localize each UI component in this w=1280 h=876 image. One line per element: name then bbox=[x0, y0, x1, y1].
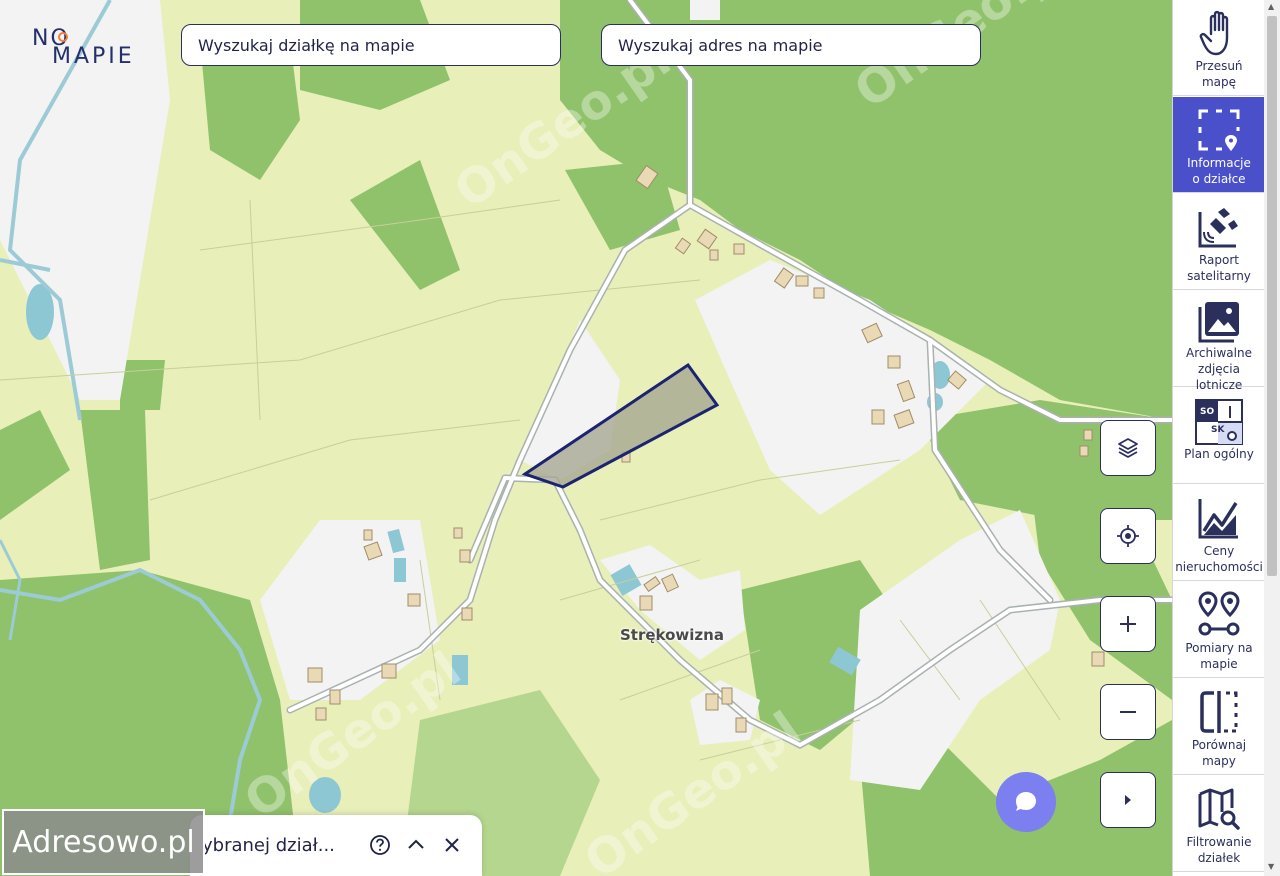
map-search-icon bbox=[1198, 788, 1240, 830]
tool-plot-info[interactable]: Informacje o działce bbox=[1173, 97, 1265, 193]
zoom-in-button[interactable] bbox=[1100, 596, 1156, 652]
address-search-placeholder: Wyszukaj adres na mapie bbox=[618, 35, 823, 55]
tool-measurements[interactable]: Pomiary na mapie bbox=[1173, 582, 1265, 678]
locate-button[interactable] bbox=[1100, 508, 1156, 564]
logo-line-2: MAPIE bbox=[52, 44, 135, 69]
layers-button[interactable] bbox=[1100, 420, 1156, 476]
tool-label: Ceny nieruchomości bbox=[1175, 544, 1263, 574]
address-search-input[interactable]: Wyszukaj adres na mapie bbox=[601, 24, 981, 66]
tool-pan-map[interactable]: Przesuń mapę bbox=[1173, 0, 1265, 96]
select-pin-icon bbox=[1198, 109, 1240, 151]
scroll-down-arrow-icon[interactable]: ▼ bbox=[1268, 862, 1274, 871]
help-icon bbox=[370, 835, 390, 855]
tool-aerial-archive[interactable]: Archiwalne zdjęcia lotnicze bbox=[1173, 291, 1265, 392]
image-icon bbox=[1198, 302, 1239, 343]
plot-info-panel[interactable]: ybranej dział... bbox=[190, 815, 482, 876]
tool-property-prices[interactable]: Ceny nieruchomości bbox=[1173, 485, 1265, 581]
tools-sidebar: Przesuń mapę Informacje o działce Raport… bbox=[1172, 0, 1265, 876]
map-canvas[interactable]: OnGeo.pl OnGeo.pl OnGeo.pl OnGeo.pl Strę… bbox=[0, 0, 1172, 876]
crosshair-icon bbox=[1117, 525, 1139, 547]
tool-label: Pomiary na mapie bbox=[1185, 641, 1253, 671]
scrollbar-thumb[interactable] bbox=[1267, 16, 1277, 576]
satellite-icon bbox=[1198, 208, 1238, 248]
tool-satellite-report[interactable]: Raport satelitarny bbox=[1173, 194, 1265, 290]
collapse-button[interactable] bbox=[404, 833, 428, 857]
chat-button[interactable] bbox=[996, 772, 1056, 832]
caret-right-icon bbox=[1125, 795, 1131, 805]
scroll-up-arrow-icon[interactable]: ▲ bbox=[1268, 2, 1274, 11]
help-button[interactable] bbox=[368, 833, 392, 857]
logo-pin-icon bbox=[58, 32, 68, 42]
chat-bubble-icon bbox=[1016, 792, 1036, 811]
tool-plot-filter[interactable]: Filtrowanie działek bbox=[1173, 776, 1265, 872]
hand-icon bbox=[1199, 10, 1229, 56]
tool-label: Raport satelitarny bbox=[1187, 253, 1251, 283]
compare-icon bbox=[1200, 691, 1238, 733]
plot-search-placeholder: Wyszukaj działkę na mapie bbox=[198, 35, 415, 55]
map-base: OnGeo.pl OnGeo.pl OnGeo.pl OnGeo.pl bbox=[0, 0, 1172, 876]
layers-icon bbox=[1118, 438, 1138, 458]
zoom-out-button[interactable] bbox=[1100, 684, 1156, 740]
expand-panel-button[interactable] bbox=[1100, 772, 1156, 828]
tool-general-plan[interactable]: SO SK Plan ogólny bbox=[1173, 388, 1265, 484]
minus-icon bbox=[1120, 711, 1136, 713]
watermark-text: Adresowo.pl bbox=[12, 824, 195, 860]
tool-label: Informacje o działce bbox=[1187, 156, 1251, 186]
svg-text:SK: SK bbox=[1211, 425, 1225, 435]
place-label: Strękowizna bbox=[620, 626, 724, 644]
tool-label: Archiwalne zdjęcia lotnicze bbox=[1186, 346, 1252, 392]
adresowo-watermark: Adresowo.pl bbox=[2, 809, 205, 875]
sidebar-scrollbar[interactable]: ▲ ▼ bbox=[1264, 0, 1280, 876]
panel-title: ybranej dział... bbox=[202, 835, 335, 856]
svg-text:SO: SO bbox=[1200, 407, 1214, 417]
tool-label: Przesuń mapę bbox=[1195, 59, 1243, 89]
plus-icon bbox=[1120, 616, 1136, 632]
tool-compare-maps[interactable]: Porównaj mapy bbox=[1173, 679, 1265, 775]
chevron-up-icon bbox=[408, 839, 424, 849]
logo[interactable]: NO MAPIE bbox=[30, 24, 148, 72]
close-button[interactable] bbox=[440, 833, 464, 857]
tool-label: Filtrowanie działek bbox=[1186, 835, 1252, 865]
tool-label: Porównaj mapy bbox=[1191, 738, 1247, 768]
plot-search-input[interactable]: Wyszukaj działkę na mapie bbox=[181, 24, 561, 66]
close-icon bbox=[445, 838, 459, 852]
chart-icon bbox=[1198, 499, 1238, 539]
zoning-plan-icon: SO SK bbox=[1195, 399, 1243, 445]
measure-pins-icon bbox=[1198, 591, 1240, 636]
tool-label: Plan ogólny bbox=[1184, 447, 1254, 461]
